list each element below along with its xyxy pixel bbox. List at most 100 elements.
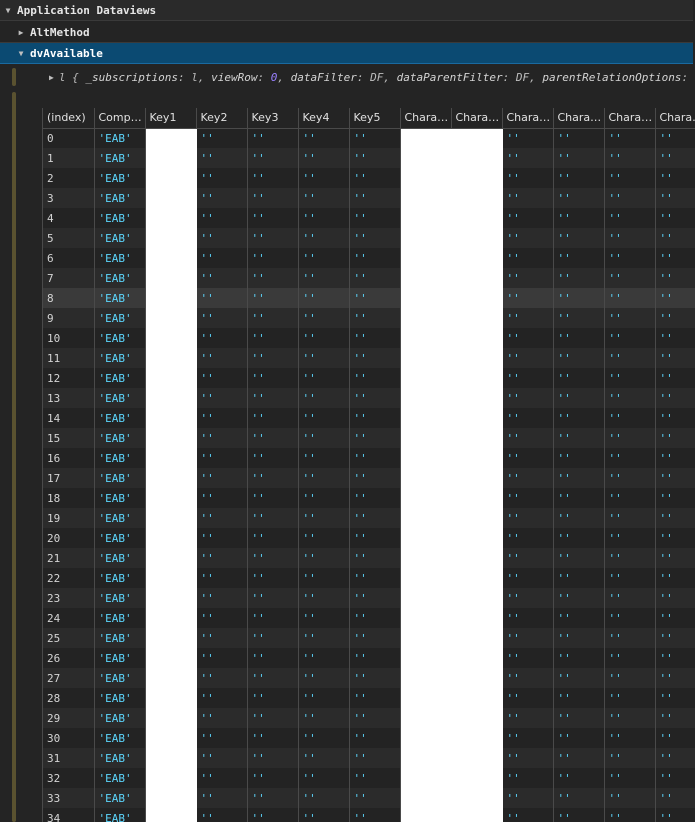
table-cell: '' bbox=[604, 808, 656, 822]
redacted-cell bbox=[400, 368, 452, 388]
column-header[interactable]: Key1 bbox=[145, 108, 197, 129]
table-row[interactable]: 20 'EAB' '' '' '' '' '' '' '' '' bbox=[43, 528, 695, 548]
table-cell: '' bbox=[349, 428, 401, 448]
tree-item-altmethod[interactable]: ▶ AltMethod bbox=[0, 22, 693, 43]
table-cell: '' bbox=[349, 748, 401, 768]
table-row[interactable]: 5 'EAB' '' '' '' '' '' '' '' '' bbox=[43, 228, 695, 248]
table-cell: '' bbox=[247, 508, 299, 528]
redacted-cell bbox=[400, 548, 452, 568]
table-row[interactable]: 19 'EAB' '' '' '' '' '' '' '' '' bbox=[43, 508, 695, 528]
table-row[interactable]: 18 'EAB' '' '' '' '' '' '' '' '' bbox=[43, 488, 695, 508]
table-cell: '' bbox=[604, 628, 656, 648]
table-row[interactable]: 21 'EAB' '' '' '' '' '' '' '' '' bbox=[43, 548, 695, 568]
column-header[interactable]: Character05 bbox=[604, 108, 656, 129]
column-header[interactable]: Key4 bbox=[298, 108, 350, 129]
column-header[interactable]: Key3 bbox=[247, 108, 299, 129]
object-preview[interactable]: ▶ l { _subscriptions: l, viewRow: 0, dat… bbox=[49, 69, 695, 85]
table-cell: '' bbox=[247, 128, 299, 148]
table-row[interactable]: 33 'EAB' '' '' '' '' '' '' '' '' bbox=[43, 788, 695, 808]
table-row[interactable]: 11 'EAB' '' '' '' '' '' '' '' '' bbox=[43, 348, 695, 368]
table-cell: '' bbox=[247, 428, 299, 448]
column-header[interactable]: Character02 bbox=[451, 108, 503, 129]
column-header[interactable]: Character01 bbox=[400, 108, 452, 129]
table-cell: '' bbox=[553, 448, 605, 468]
table-row[interactable]: 10 'EAB' '' '' '' '' '' '' '' '' bbox=[43, 328, 695, 348]
table-row[interactable]: 7 'EAB' '' '' '' '' '' '' '' '' bbox=[43, 268, 695, 288]
table-cell: '' bbox=[553, 808, 605, 822]
table-row[interactable]: 13 'EAB' '' '' '' '' '' '' '' '' bbox=[43, 388, 695, 408]
table-cell: '' bbox=[196, 368, 248, 388]
table-row[interactable]: 28 'EAB' '' '' '' '' '' '' '' '' bbox=[43, 688, 695, 708]
table-cell: '' bbox=[196, 528, 248, 548]
table-row[interactable]: 4 'EAB' '' '' '' '' '' '' '' '' bbox=[43, 208, 695, 228]
table-row[interactable]: 26 'EAB' '' '' '' '' '' '' '' '' bbox=[43, 648, 695, 668]
table-row[interactable]: 31 'EAB' '' '' '' '' '' '' '' '' bbox=[43, 748, 695, 768]
table-cell: 'EAB' bbox=[94, 168, 146, 188]
table-row[interactable]: 1 'EAB' '' '' '' '' '' '' '' '' bbox=[43, 148, 695, 168]
table-row[interactable]: 32 'EAB' '' '' '' '' '' '' '' '' bbox=[43, 768, 695, 788]
table-cell: '' bbox=[553, 208, 605, 228]
table-cell: '' bbox=[349, 488, 401, 508]
column-header[interactable]: Key2 bbox=[196, 108, 248, 129]
column-header[interactable]: Key5 bbox=[349, 108, 401, 129]
table-cell: '' bbox=[604, 388, 656, 408]
column-header[interactable]: Character03 bbox=[502, 108, 554, 129]
redacted-cell bbox=[451, 648, 503, 668]
redacted-cell bbox=[451, 468, 503, 488]
table-cell: '' bbox=[247, 788, 299, 808]
redacted-cell bbox=[451, 128, 503, 148]
table-row[interactable]: 3 'EAB' '' '' '' '' '' '' '' '' bbox=[43, 188, 695, 208]
table-row[interactable]: 17 'EAB' '' '' '' '' '' '' '' '' bbox=[43, 468, 695, 488]
table-row[interactable]: 22 'EAB' '' '' '' '' '' '' '' '' bbox=[43, 568, 695, 588]
table-cell: '' bbox=[604, 788, 656, 808]
tree-item-dvavailable[interactable]: ▼ dvAvailable bbox=[0, 43, 693, 64]
table-cell: '' bbox=[604, 268, 656, 288]
tree-item-application-dataviews[interactable]: ▼ Application Dataviews bbox=[0, 0, 693, 21]
table-row[interactable]: 2 'EAB' '' '' '' '' '' '' '' '' bbox=[43, 168, 695, 188]
table-row[interactable]: 8 'EAB' '' '' '' '' '' '' '' '' bbox=[43, 288, 695, 308]
table-cell: '' bbox=[196, 688, 248, 708]
column-header[interactable]: Character06 bbox=[655, 108, 695, 129]
table-row[interactable]: 25 'EAB' '' '' '' '' '' '' '' '' bbox=[43, 628, 695, 648]
triangle-right-icon[interactable]: ▶ bbox=[49, 73, 54, 82]
table-cell: '' bbox=[553, 328, 605, 348]
table-row[interactable]: 12 'EAB' '' '' '' '' '' '' '' '' bbox=[43, 368, 695, 388]
redacted-cell bbox=[451, 548, 503, 568]
row-index: 26 bbox=[43, 648, 95, 668]
table-row[interactable]: 29 'EAB' '' '' '' '' '' '' '' '' bbox=[43, 708, 695, 728]
table-row[interactable]: 30 'EAB' '' '' '' '' '' '' '' '' bbox=[43, 728, 695, 748]
table-cell: '' bbox=[604, 548, 656, 568]
column-header[interactable]: (index) bbox=[43, 108, 95, 129]
table-row[interactable]: 9 'EAB' '' '' '' '' '' '' '' '' bbox=[43, 308, 695, 328]
table-cell: 'EAB' bbox=[94, 708, 146, 728]
table-row[interactable]: 15 'EAB' '' '' '' '' '' '' '' '' bbox=[43, 428, 695, 448]
column-header[interactable]: Character04 bbox=[553, 108, 605, 129]
table-cell: '' bbox=[349, 688, 401, 708]
table-row[interactable]: 23 'EAB' '' '' '' '' '' '' '' '' bbox=[43, 588, 695, 608]
redacted-cell bbox=[451, 248, 503, 268]
table-row[interactable]: 6 'EAB' '' '' '' '' '' '' '' '' bbox=[43, 248, 695, 268]
table-cell: '' bbox=[502, 608, 554, 628]
redacted-cell bbox=[451, 308, 503, 328]
table-row[interactable]: 0 'EAB' '' '' '' '' '' '' '' '' bbox=[43, 128, 695, 148]
redacted-cell bbox=[451, 208, 503, 228]
table-cell: '' bbox=[349, 288, 401, 308]
redacted-cell bbox=[451, 328, 503, 348]
table-cell: '' bbox=[349, 148, 401, 168]
table-row[interactable]: 14 'EAB' '' '' '' '' '' '' '' '' bbox=[43, 408, 695, 428]
redacted-cell bbox=[400, 508, 452, 528]
table-cell: '' bbox=[553, 528, 605, 548]
table-cell: '' bbox=[553, 588, 605, 608]
table-row[interactable]: 34 'EAB' '' '' '' '' '' '' '' '' bbox=[43, 808, 695, 822]
table-cell: '' bbox=[196, 768, 248, 788]
column-header[interactable]: CompanyID bbox=[94, 108, 146, 129]
table-row[interactable]: 16 'EAB' '' '' '' '' '' '' '' '' bbox=[43, 448, 695, 468]
row-index: 2 bbox=[43, 168, 95, 188]
redacted-cell bbox=[451, 628, 503, 648]
console-table[interactable]: (index)CompanyIDKey1Key2Key3Key4Key5Char… bbox=[42, 108, 695, 822]
table-row[interactable]: 27 'EAB' '' '' '' '' '' '' '' '' bbox=[43, 668, 695, 688]
table-row[interactable]: 24 'EAB' '' '' '' '' '' '' '' '' bbox=[43, 608, 695, 628]
table-cell: '' bbox=[553, 488, 605, 508]
preview-key: dataParentFilter bbox=[396, 70, 503, 84]
table-cell: '' bbox=[655, 228, 695, 248]
